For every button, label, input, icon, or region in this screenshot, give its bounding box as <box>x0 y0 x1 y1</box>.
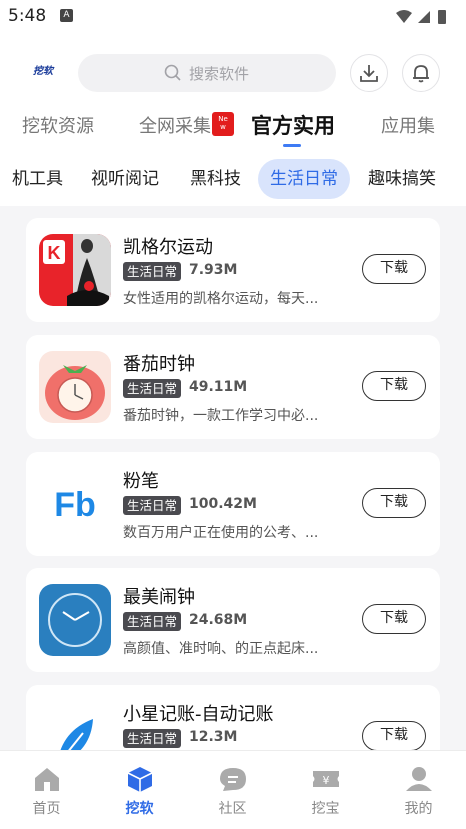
nav-profile-label: 我的 <box>404 801 433 817</box>
search-placeholder: 搜索软件 <box>189 65 250 83</box>
status-bar: 5:48 A <box>0 0 466 34</box>
app-size: 7.93M <box>189 262 238 278</box>
app-name: 粉笔 <box>123 471 159 492</box>
nav-wr[interactable]: 挖软 <box>93 751 186 829</box>
cube-icon <box>127 767 153 792</box>
app-size: 49.11M <box>189 379 248 395</box>
app-size: 12.3M <box>189 729 238 745</box>
download-icon <box>360 65 378 82</box>
app-name: 番茄时钟 <box>123 354 195 375</box>
ticket-icon: ¥ <box>313 771 339 787</box>
app-card[interactable]: 最美闹钟 生活日常 24.68M 高颜值、准时响、的正点起床... 下载 <box>26 568 440 672</box>
app-description: 数百万用户正在使用的公考、... <box>123 525 319 541</box>
category-tag: 生活日常 <box>123 496 182 515</box>
chip-fun[interactable]: 趣味搞笑 <box>368 159 436 199</box>
category-tag: 生活日常 <box>123 729 182 748</box>
chip-media[interactable]: 视听阅记 <box>91 159 159 199</box>
nav-community[interactable]: 社区 <box>186 751 279 829</box>
tab-web-collect[interactable]: 全网采集 <box>139 112 211 138</box>
category-tag: 生活日常 <box>123 612 182 631</box>
svg-text:¥: ¥ <box>323 774 330 787</box>
status-time: 5:48 <box>8 6 47 26</box>
nav-community-label: 社区 <box>218 801 247 817</box>
download-button[interactable]: 下载 <box>362 721 426 751</box>
chip-tech[interactable]: 黑科技 <box>190 159 241 199</box>
new-badge: Ne w <box>212 112 234 136</box>
svg-text:K: K <box>48 243 61 263</box>
app-name: 凯格尔运动 <box>123 237 213 258</box>
svg-text:Fb: Fb <box>54 486 96 524</box>
wifi-signal-battery-icon <box>394 8 454 30</box>
new-badge-line1: Ne <box>218 115 228 123</box>
bottom-navigation: 首页 挖软 社区 ¥ 挖宝 我的 <box>0 750 466 829</box>
nav-treasure-label: 挖宝 <box>311 801 340 817</box>
app-description: 番茄时钟，一款工作学习中必... <box>123 408 319 424</box>
nav-wr-label: 挖软 <box>125 801 154 817</box>
category-tag: 生活日常 <box>123 379 182 398</box>
app-size: 24.68M <box>189 612 248 628</box>
alarm-clock-icon <box>39 584 111 656</box>
download-manager-button[interactable] <box>350 54 388 92</box>
kegel-app-icon: K <box>39 234 111 306</box>
app-card[interactable]: 番茄时钟 生活日常 49.11M 番茄时钟，一款工作学习中必... 下载 <box>26 335 440 439</box>
tab-app-collections[interactable]: 应用集 <box>381 112 435 138</box>
chip-daily-life[interactable]: 生活日常 <box>258 159 350 199</box>
profile-icon <box>406 767 432 791</box>
search-icon <box>164 64 181 81</box>
app-description: 高颜值、准时响、的正点起床... <box>123 641 319 657</box>
notifications-button[interactable] <box>402 54 440 92</box>
new-badge-line2: w <box>220 123 226 131</box>
chat-bubble-icon <box>220 768 246 791</box>
chip-tools[interactable]: 机工具 <box>12 159 63 199</box>
search-bar[interactable]: 搜索软件 <box>78 54 336 92</box>
bell-icon <box>413 65 429 83</box>
app-size: 100.42M <box>189 496 257 512</box>
app-name: 小星记账-自动记账 <box>123 704 274 725</box>
nav-profile[interactable]: 我的 <box>372 751 465 829</box>
nav-home[interactable]: 首页 <box>0 751 93 829</box>
home-icon <box>35 768 59 791</box>
app-logo: 挖软 <box>33 66 53 77</box>
category-tag: 生活日常 <box>123 262 182 281</box>
download-button[interactable]: 下载 <box>362 488 426 518</box>
fenbi-logo-icon: Fb <box>39 468 111 540</box>
tab-wr-resources[interactable]: 挖软资源 <box>22 112 94 138</box>
download-button[interactable]: 下载 <box>362 371 426 401</box>
app-description: 女性适用的凯格尔运动，每天... <box>123 291 319 307</box>
nav-treasure[interactable]: ¥ 挖宝 <box>279 751 372 829</box>
active-tab-indicator <box>283 144 301 147</box>
app-name: 最美闹钟 <box>123 587 195 608</box>
app-card[interactable]: K 凯格尔运动 生活日常 7.93M 女性适用的凯格尔运动，每天... 下载 <box>26 218 440 322</box>
download-button[interactable]: 下载 <box>362 254 426 284</box>
nav-home-label: 首页 <box>32 801 61 817</box>
notification-icon: A <box>60 9 73 22</box>
download-button[interactable]: 下载 <box>362 604 426 634</box>
app-card[interactable]: Fb 粉笔 生活日常 100.42M 数百万用户正在使用的公考、... 下载 <box>26 452 440 556</box>
tomato-clock-icon <box>39 351 111 423</box>
tab-official-useful[interactable]: 官方实用 <box>251 110 335 140</box>
category-chips: 机工具 视听阅记 黑科技 生活日常 趣味搞笑 <box>0 159 466 201</box>
